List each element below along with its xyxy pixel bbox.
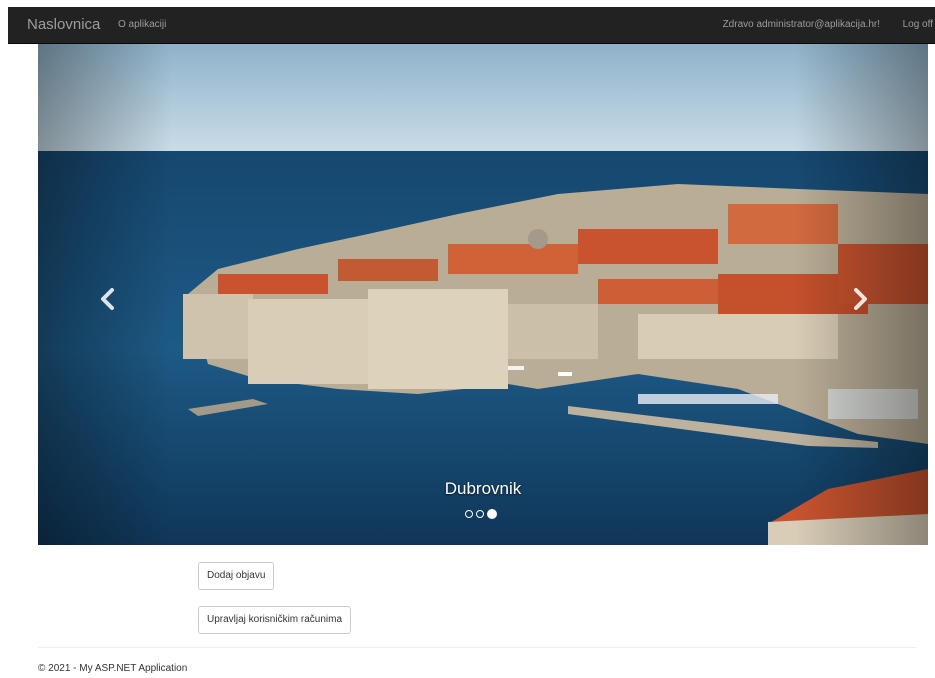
- carousel-next-button[interactable]: [845, 284, 875, 314]
- footer-copyright: © 2021 - My ASP.NET Application: [38, 663, 188, 674]
- logoff-link[interactable]: Log off: [903, 19, 933, 30]
- carousel-slide-image: [38, 44, 928, 545]
- chevron-left-icon: [101, 288, 114, 310]
- add-post-button[interactable]: Dodaj objavu: [198, 562, 275, 590]
- user-greeting-link[interactable]: Zdravo administrator@aplikacija.hr!: [723, 19, 880, 30]
- nav-link-about[interactable]: O aplikaciji: [118, 19, 166, 30]
- top-navbar: Naslovnica O aplikaciji Zdravo administr…: [8, 7, 935, 44]
- carousel-indicators: [465, 508, 497, 520]
- carousel-indicator[interactable]: [465, 510, 473, 518]
- chevron-right-icon: [854, 288, 867, 310]
- manage-accounts-button[interactable]: Upravljaj korisničkim računima: [198, 606, 352, 634]
- carousel-indicator[interactable]: [476, 510, 484, 518]
- carousel-caption: Dubrovnik: [444, 479, 522, 498]
- carousel-indicator-active[interactable]: [487, 509, 497, 519]
- image-carousel: Dubrovnik: [38, 44, 928, 545]
- carousel-prev-button[interactable]: [93, 284, 123, 314]
- brand-link[interactable]: Naslovnica: [27, 16, 100, 33]
- footer-divider: [38, 647, 916, 648]
